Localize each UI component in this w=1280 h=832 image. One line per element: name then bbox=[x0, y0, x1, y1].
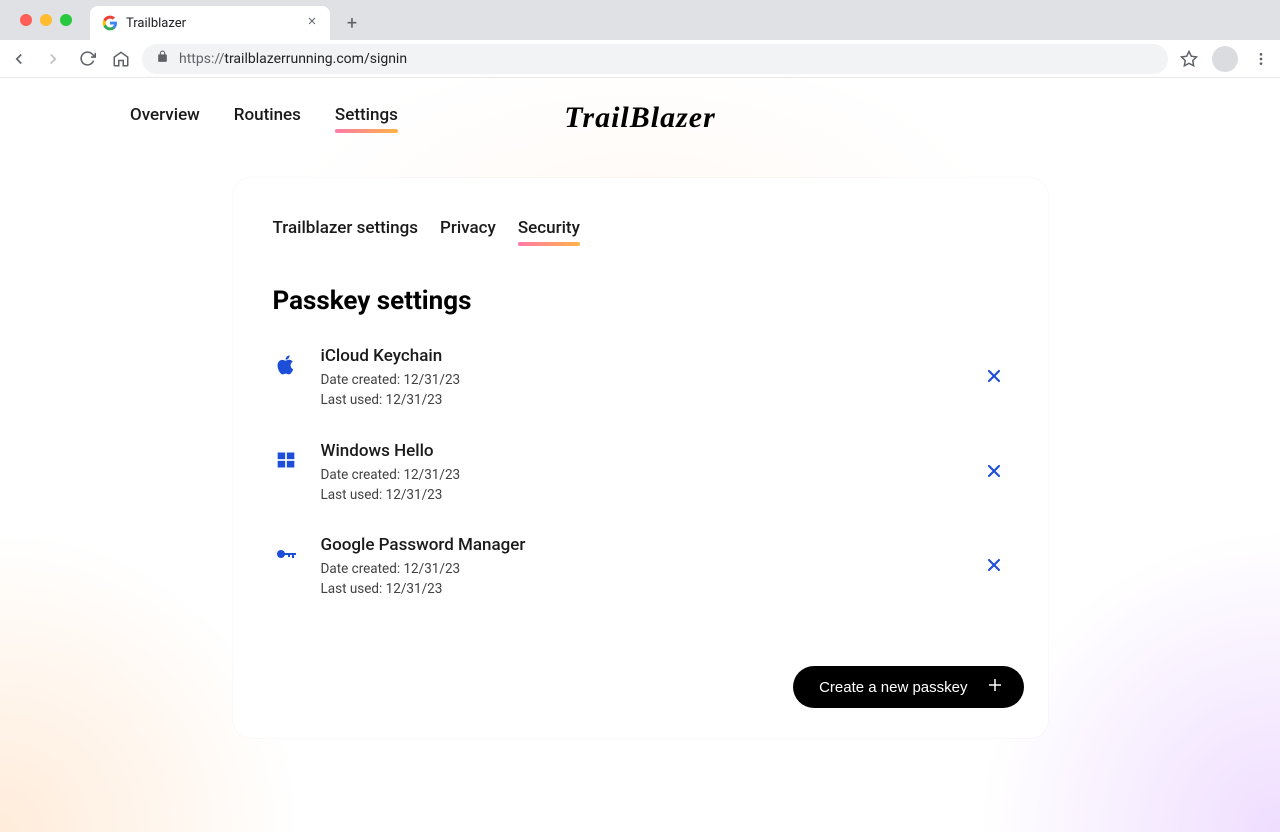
settings-subtabs: Trailblazer settings Privacy Security bbox=[273, 218, 1008, 244]
page-content: Overview Routines Settings TrailBlazer Tra… bbox=[0, 78, 1280, 832]
subtab-privacy[interactable]: Privacy bbox=[440, 218, 496, 244]
tab-close-button[interactable] bbox=[306, 15, 318, 31]
plus-icon bbox=[986, 674, 1004, 700]
nav-link-routines[interactable]: Routines bbox=[234, 105, 301, 131]
passkey-body: Windows Hello Date created: 12/31/23 Las… bbox=[321, 441, 958, 506]
profile-avatar[interactable] bbox=[1212, 46, 1238, 72]
passkey-delete-button[interactable] bbox=[980, 551, 1008, 583]
browser-home-button[interactable] bbox=[112, 50, 130, 68]
passkey-body: iCloud Keychain Date created: 12/31/23 L… bbox=[321, 346, 958, 411]
browser-chrome: Trailblazer + https://trai bbox=[0, 0, 1280, 78]
browser-forward-button[interactable] bbox=[44, 50, 62, 68]
passkey-row: iCloud Keychain Date created: 12/31/23 L… bbox=[273, 346, 1008, 411]
window-maximize-button[interactable] bbox=[60, 14, 72, 26]
brand-logo: TrailBlazer bbox=[564, 101, 716, 135]
nav-link-settings[interactable]: Settings bbox=[335, 105, 398, 131]
top-nav: Overview Routines Settings TrailBlazer bbox=[0, 78, 1280, 138]
create-passkey-label: Create a new passkey bbox=[819, 679, 967, 696]
passkey-delete-button[interactable] bbox=[980, 362, 1008, 394]
lock-icon bbox=[156, 50, 169, 67]
browser-reload-button[interactable] bbox=[78, 50, 96, 68]
passkey-created: Date created: 12/31/23 bbox=[321, 559, 958, 579]
new-tab-button[interactable]: + bbox=[338, 9, 366, 37]
tab-favicon-google-icon bbox=[102, 15, 118, 31]
passkey-row: Google Password Manager Date created: 12… bbox=[273, 535, 1008, 600]
window-controls bbox=[10, 14, 82, 26]
passkey-created: Date created: 12/31/23 bbox=[321, 370, 958, 390]
passkey-row: Windows Hello Date created: 12/31/23 Las… bbox=[273, 441, 1008, 506]
url-input[interactable]: https://trailblazerrunning.com/signin bbox=[142, 44, 1168, 74]
passkey-name: Windows Hello bbox=[321, 441, 958, 461]
passkey-last-used: Last used: 12/31/23 bbox=[321, 485, 958, 505]
windows-icon bbox=[273, 447, 299, 473]
tab-bar: Trailblazer + bbox=[0, 0, 1280, 40]
passkey-last-used: Last used: 12/31/23 bbox=[321, 390, 958, 410]
create-passkey-button[interactable]: Create a new passkey bbox=[793, 666, 1023, 708]
section-title: Passkey settings bbox=[273, 286, 1008, 316]
passkey-name: Google Password Manager bbox=[321, 535, 958, 555]
settings-card: Trailblazer settings Privacy Security Pass… bbox=[233, 178, 1048, 738]
apple-icon bbox=[273, 352, 299, 378]
passkey-list: iCloud Keychain Date created: 12/31/23 L… bbox=[273, 346, 1008, 600]
url-text: https://trailblazerrunning.com/signin bbox=[179, 51, 407, 67]
nav-link-overview[interactable]: Overview bbox=[130, 105, 200, 131]
browser-back-button[interactable] bbox=[10, 50, 28, 68]
bookmark-star-icon[interactable] bbox=[1180, 50, 1198, 68]
browser-menu-button[interactable] bbox=[1252, 50, 1270, 68]
passkey-created: Date created: 12/31/23 bbox=[321, 465, 958, 485]
subtab-security[interactable]: Security bbox=[518, 218, 580, 244]
passkey-last-used: Last used: 12/31/23 bbox=[321, 579, 958, 599]
window-minimize-button[interactable] bbox=[40, 14, 52, 26]
subtab-trailblazer-settings[interactable]: Trailblazer settings bbox=[273, 218, 418, 244]
window-close-button[interactable] bbox=[20, 14, 32, 26]
tab-title: Trailblazer bbox=[126, 16, 186, 31]
passkey-name: iCloud Keychain bbox=[321, 346, 958, 366]
address-bar: https://trailblazerrunning.com/signin bbox=[0, 40, 1280, 78]
browser-tab[interactable]: Trailblazer bbox=[90, 6, 330, 40]
key-icon bbox=[273, 541, 299, 567]
passkey-delete-button[interactable] bbox=[980, 457, 1008, 489]
passkey-body: Google Password Manager Date created: 12… bbox=[321, 535, 958, 600]
